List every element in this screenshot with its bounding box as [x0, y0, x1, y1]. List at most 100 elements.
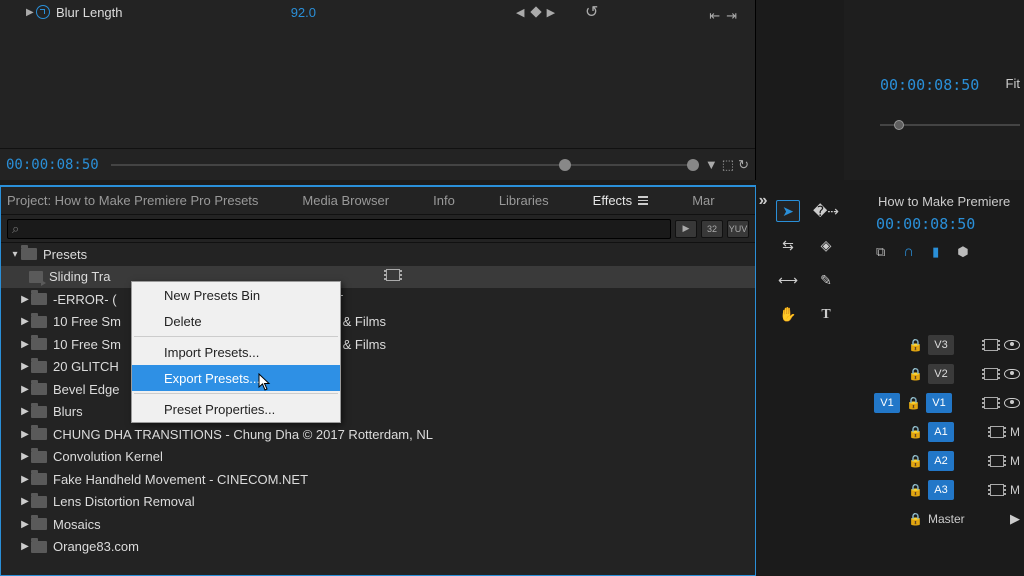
scroll-thumb-icon[interactable] — [687, 159, 699, 171]
tab-effects[interactable]: Effects — [593, 193, 649, 208]
lock-icon[interactable]: 🔒 — [908, 367, 922, 381]
effects-search-input[interactable]: ⌕ — [7, 219, 671, 239]
track-v3[interactable]: 🔒 V3 — [870, 330, 1024, 359]
keyframe-nav[interactable]: ◀ ▶ — [516, 6, 555, 19]
tree-item[interactable]: ▶ Bevel Edge — [1, 378, 755, 401]
playhead-timecode[interactable]: 00:00:08:50 — [6, 157, 99, 173]
slip-tool[interactable]: ⟷ — [776, 269, 800, 291]
chevron-down-icon[interactable]: ▾ — [9, 249, 21, 260]
track-v2[interactable]: 🔒 V2 — [870, 359, 1024, 388]
track-badge[interactable]: A2 — [928, 451, 954, 471]
expand-caret-icon[interactable]: ▶ — [26, 7, 36, 18]
scrubber-handle-icon[interactable] — [894, 120, 904, 130]
track-a2[interactable]: 🔒 A2 M — [870, 446, 1024, 475]
type-tool[interactable]: T — [814, 304, 838, 326]
tree-item[interactable]: ▶ Fake Handheld Movement - CINECOM.NET — [1, 468, 755, 491]
eye-icon[interactable] — [1004, 398, 1020, 408]
timeline-timecode[interactable]: 00:00:08:50 — [870, 215, 1024, 243]
track-badge[interactable]: A3 — [928, 480, 954, 500]
source-patch-badge[interactable]: V1 — [874, 393, 900, 413]
rate-stretch-tool[interactable]: ◈ — [814, 235, 838, 257]
zoom-fit-start-icon[interactable]: ⇤ — [709, 8, 720, 24]
tree-item[interactable]: ▶ CHUNG DHA TRANSITIONS - Chung Dha © 20… — [1, 423, 755, 446]
reset-icon[interactable]: ↺ — [585, 2, 598, 22]
program-timecode[interactable]: 00:00:08:50 — [880, 76, 979, 94]
tree-item[interactable]: ▶ Convolution Kernel — [1, 446, 755, 469]
zoom-level-dropdown[interactable]: Fit — [1006, 76, 1020, 91]
tree-item[interactable]: ▶ -ERROR- ( ET — [1, 288, 755, 311]
ctx-new-presets-bin[interactable]: New Presets Bin — [132, 282, 340, 308]
track-badge[interactable]: V2 — [928, 364, 954, 384]
tab-markers[interactable]: Mar — [692, 193, 714, 208]
32bit-effects-chip[interactable]: 32 — [701, 220, 723, 238]
chevron-right-icon[interactable]: ▶ — [19, 361, 31, 372]
chevron-right-icon[interactable]: ▶ — [19, 339, 31, 350]
chevron-right-icon[interactable]: ▶ — [19, 429, 31, 440]
toggle-output-icon[interactable] — [984, 339, 998, 351]
toggle-output-icon[interactable] — [990, 426, 1004, 438]
stopwatch-icon[interactable] — [36, 5, 50, 19]
tab-project[interactable]: Project: How to Make Premiere Pro Preset… — [7, 193, 258, 208]
accelerated-effects-chip[interactable]: ▶ — [675, 220, 697, 238]
chevron-right-icon[interactable]: ▶ — [19, 451, 31, 462]
eye-icon[interactable] — [1004, 369, 1020, 379]
toggle-output-icon[interactable] — [984, 397, 998, 409]
ctx-preset-properties[interactable]: Preset Properties... — [132, 396, 340, 422]
mute-button[interactable]: M — [1010, 454, 1020, 468]
tree-item[interactable]: ▶ Orange83.com — [1, 536, 755, 559]
meter-icon[interactable]: ▶ — [1010, 511, 1020, 527]
ripple-edit-tool[interactable]: ⇆ — [776, 235, 800, 257]
toggle-output-icon[interactable] — [984, 368, 998, 380]
tabs-overflow-icon[interactable]: » — [759, 192, 768, 210]
tree-item[interactable]: ▶ Blurs — [1, 401, 755, 424]
track-badge[interactable]: V3 — [928, 335, 954, 355]
timeline-scrollbar[interactable] — [111, 162, 693, 168]
fx-bypass-icon[interactable]: ⬚ — [722, 157, 734, 173]
tree-item[interactable]: ▶ 10 Free Sm el & Films — [1, 311, 755, 334]
lock-icon[interactable]: 🔒 — [908, 512, 922, 526]
chevron-right-icon[interactable]: ▶ — [19, 519, 31, 530]
lock-icon[interactable]: 🔒 — [908, 338, 922, 352]
pen-tool[interactable]: ✎ — [814, 269, 838, 291]
mute-button[interactable]: M — [1010, 483, 1020, 497]
scroll-thumb-icon[interactable] — [559, 159, 571, 171]
hand-tool[interactable]: ✋ — [776, 304, 800, 326]
ctx-import-presets[interactable]: Import Presets... — [132, 339, 340, 365]
tree-item[interactable]: ▶ Mosaics — [1, 513, 755, 536]
insert-mode-icon[interactable]: ⧉ — [876, 244, 885, 260]
tree-item[interactable]: ▶ Lens Distortion Removal — [1, 491, 755, 514]
chevron-right-icon[interactable]: ▶ — [19, 406, 31, 417]
track-badge[interactable]: V1 — [926, 393, 952, 413]
chevron-right-icon[interactable]: ▶ — [19, 384, 31, 395]
lock-icon[interactable]: 🔒 — [906, 396, 920, 410]
toggle-output-icon[interactable] — [990, 455, 1004, 467]
tree-item[interactable]: ▶ 20 GLITCH — [1, 356, 755, 379]
track-select-tool[interactable]: �⇢ — [814, 200, 838, 222]
track-master[interactable]: 🔒 Master ▶ — [870, 504, 1024, 533]
lock-icon[interactable]: 🔒 — [908, 425, 922, 439]
tab-info[interactable]: Info — [433, 193, 455, 208]
chevron-right-icon[interactable]: ▶ — [19, 316, 31, 327]
selection-tool[interactable]: ➤ — [776, 200, 800, 222]
track-a3[interactable]: 🔒 A3 M — [870, 475, 1024, 504]
chevron-right-icon[interactable]: ▶ — [19, 541, 31, 552]
tree-root-presets[interactable]: ▾ Presets — [1, 243, 755, 266]
loop-icon[interactable]: ↻ — [738, 157, 749, 173]
lock-icon[interactable]: 🔒 — [908, 483, 922, 497]
mute-button[interactable]: M — [1010, 425, 1020, 439]
linked-selection-icon[interactable]: ▮ — [932, 244, 939, 260]
filter-icon[interactable]: ▼ — [705, 157, 718, 173]
snap-toggle-icon[interactable]: ∩ — [903, 243, 914, 260]
tab-libraries[interactable]: Libraries — [499, 193, 549, 208]
ctx-export-presets[interactable]: Export Presets... — [132, 365, 340, 391]
tab-media-browser[interactable]: Media Browser — [302, 193, 389, 208]
ctx-delete[interactable]: Delete — [132, 308, 340, 334]
tree-item-sliding[interactable]: Sliding Tra — [1, 266, 755, 289]
eye-icon[interactable] — [1004, 340, 1020, 350]
track-badge[interactable]: A1 — [928, 422, 954, 442]
yuv-effects-chip[interactable]: YUV — [727, 220, 749, 238]
param-row-blur-length[interactable]: ▶ Blur Length 92.0 ◀ ▶ ↺ — [0, 0, 755, 24]
chevron-right-icon[interactable]: ▶ — [19, 294, 31, 305]
panel-menu-icon[interactable] — [638, 196, 648, 205]
toggle-output-icon[interactable] — [990, 484, 1004, 496]
